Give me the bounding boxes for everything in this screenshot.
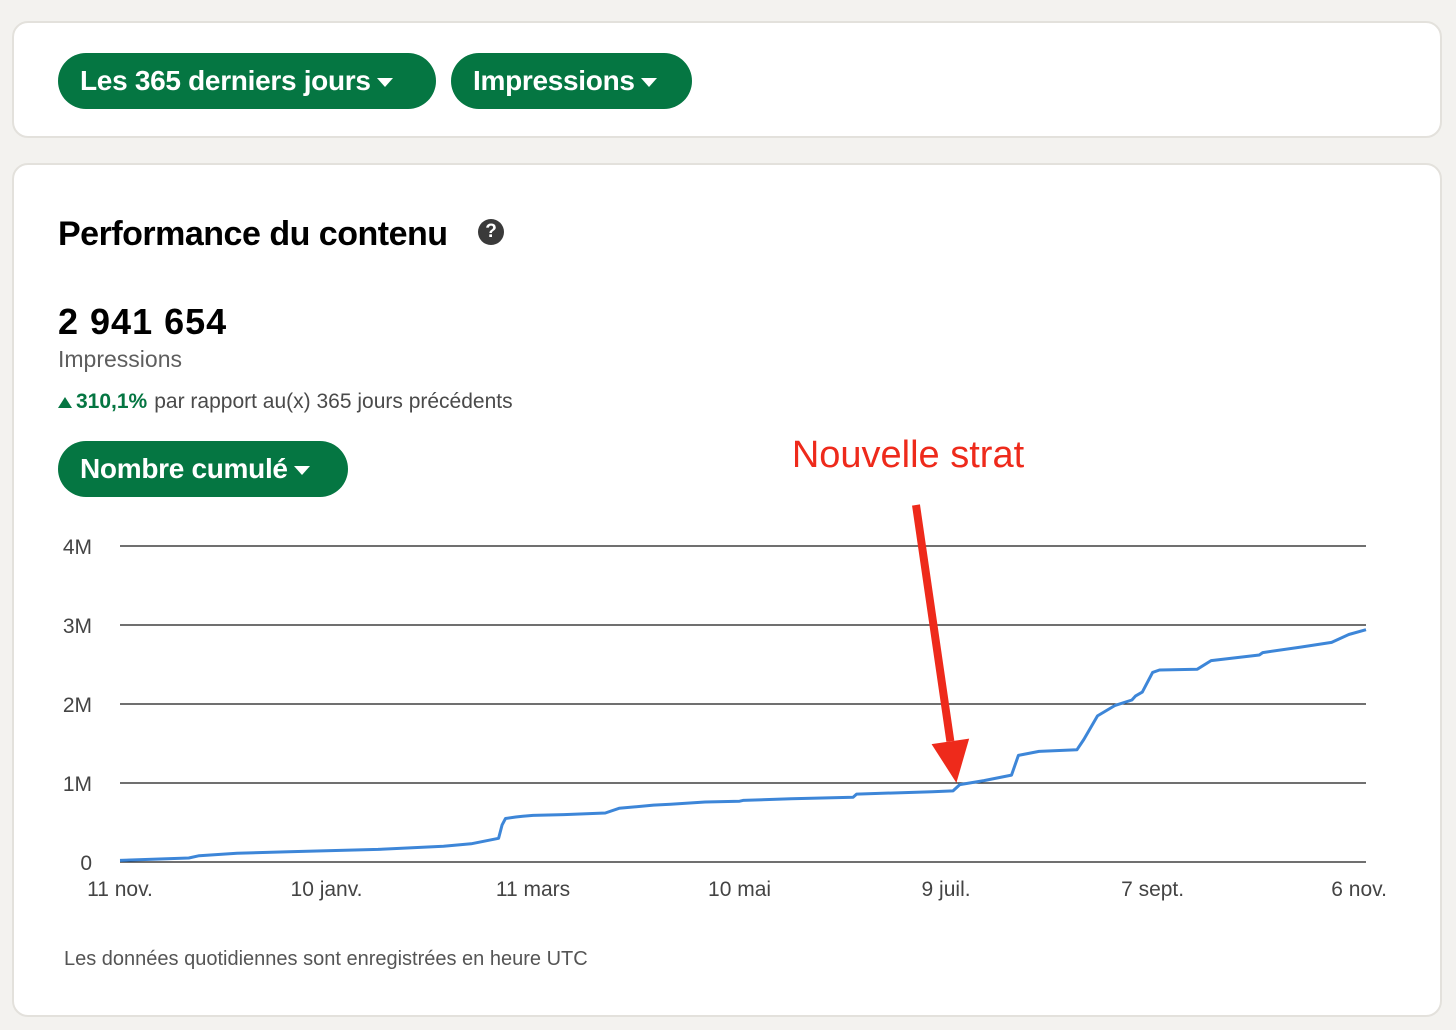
annotation-layer: Nouvelle strat (792, 434, 1025, 783)
caret-down-icon (376, 77, 393, 87)
period-dropdown-button[interactable]: Les 365 derniers jours (58, 53, 436, 109)
x-tick-label: 6 nov. (1331, 878, 1387, 901)
y-tick-label: 2M (63, 694, 92, 717)
caret-down-icon (640, 77, 657, 87)
series-line (119, 628, 1367, 862)
x-axis-ticks: 11 nov. 10 janv. 11 mars 10 mai 9 juil. 7 sep… (87, 878, 1387, 901)
y-tick-label: 0 (80, 852, 92, 875)
impressions-line-chart: 0 1M 2M 3M 4M 11 nov. 10 janv. 11 mars 10 mai 9 … (63, 434, 1387, 901)
period-dropdown-label: Les 365 derniers jours (80, 65, 371, 96)
metric-dropdown-button[interactable]: Impressions (451, 53, 692, 109)
y-tick-label: 4M (63, 536, 92, 559)
y-tick-label: 1M (63, 773, 92, 796)
y-axis-ticks: 0 1M 2M 3M 4M (63, 536, 92, 875)
y-tick-label: 3M (63, 615, 92, 638)
series-layer (119, 628, 1367, 862)
x-tick-label: 11 nov. (87, 878, 153, 901)
annotation-text: Nouvelle strat (792, 434, 1025, 476)
performance-card: Performance du contenu ? 2 941 654 Impre… (12, 163, 1442, 1017)
x-tick-label: 9 juil. (922, 878, 971, 901)
x-tick-label: 7 sept. (1121, 878, 1184, 901)
x-tick-label: 11 mars (496, 878, 570, 901)
annotation-arrow-head (931, 738, 970, 783)
metric-dropdown-label: Impressions (473, 65, 635, 96)
footnote: Les données quotidiennes sont enregistré… (64, 948, 588, 970)
chart-grid (120, 545, 1366, 863)
x-tick-label: 10 mai (708, 878, 771, 901)
annotation-arrow-shaft (912, 504, 955, 742)
x-tick-label: 10 janv. (291, 878, 363, 901)
filters-card: Les 365 derniers jours Impressions (12, 21, 1442, 138)
